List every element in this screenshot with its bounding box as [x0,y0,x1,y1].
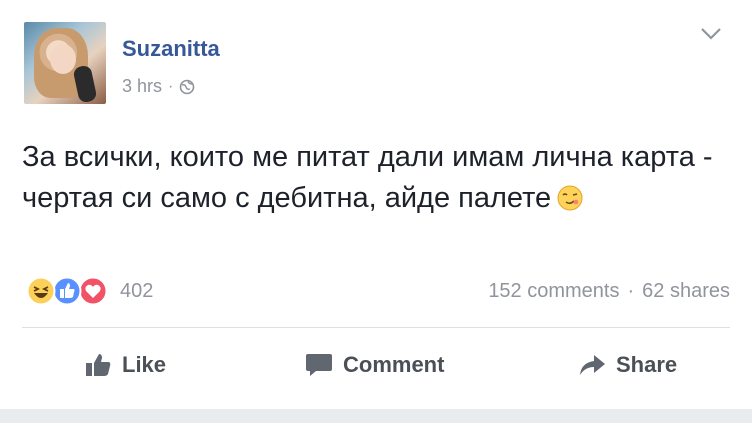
facebook-post: Suzanitta 3 hrs · За всички, които ме пи… [0,0,752,423]
love-icon [78,276,108,306]
feed-separator [0,409,752,423]
reactions-summary[interactable]: 402 [26,276,153,306]
comment-label: Comment [343,352,445,377]
share-arrow-icon [580,355,605,375]
stats-separator: · [627,280,635,302]
author-name[interactable]: Suzanitta [122,36,220,62]
post-time[interactable]: 3 hrs [122,76,162,97]
share-button[interactable]: Share [578,352,677,378]
thumbs-up-icon [86,354,111,376]
comment-button[interactable]: Comment [305,352,444,378]
reaction-count: 402 [120,279,154,302]
chevron-down-icon[interactable] [700,27,722,41]
comment-icon [306,354,332,376]
share-label: Share [616,352,678,377]
avatar[interactable] [24,22,106,104]
haha-icon [26,276,56,306]
globe-icon[interactable] [179,79,195,95]
meta-separator: · [168,77,174,95]
post-meta: 3 hrs · [122,76,195,97]
post-text-content: За всички, които ме питат дали имам личн… [22,141,713,214]
like-label: Like [122,352,167,377]
comments-count[interactable]: 152 comments [488,280,619,303]
avatar-face [50,44,76,74]
divider [22,327,730,328]
avatar-arm [72,64,98,104]
wink-emoji-icon [557,185,583,211]
post-text: За всички, които ме питат дали имам личн… [22,137,742,219]
shares-count[interactable]: 62 shares [642,280,730,303]
like-button[interactable]: Like [84,352,166,378]
like-icon [52,276,82,306]
post-stats: 152 comments · 62 shares [488,280,730,303]
